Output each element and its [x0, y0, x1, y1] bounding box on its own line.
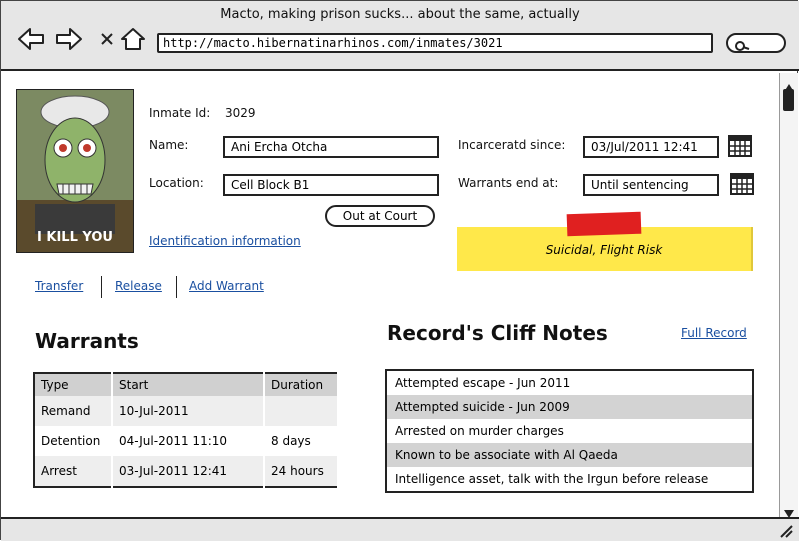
table-cell: Arrest	[34, 456, 113, 487]
cliff-notes-heading: Record's Cliff Notes	[387, 321, 608, 345]
window-title: Macto, making prison sucks... about the …	[220, 7, 580, 22]
inmate-id-label: Inmate Id:	[149, 106, 211, 120]
list-item[interactable]: Arrested on murder charges	[387, 419, 752, 443]
warrants-end-label: Warrants end at:	[458, 176, 559, 190]
forward-arrow-icon[interactable]	[55, 25, 83, 53]
table-cell	[264, 396, 339, 426]
link-separator	[176, 276, 177, 298]
table-cell: 03-Jul-2011 12:41	[112, 456, 265, 487]
add-warrant-link[interactable]: Add Warrant	[189, 279, 264, 293]
warrants-table: Type Start Duration Remand 10-Jul-2011 D…	[33, 372, 339, 488]
transfer-link[interactable]: Transfer	[35, 279, 83, 293]
table-row[interactable]: Arrest 03-Jul-2011 12:41 24 hours	[34, 456, 339, 487]
cliff-notes-list: Attempted escape - Jun 2011 Attempted su…	[385, 369, 754, 493]
warrants-end-field[interactable]: Until sentencing	[583, 174, 719, 196]
table-cell: 8 days	[264, 426, 339, 456]
table-cell: Detention	[34, 426, 113, 456]
location-field[interactable]: Cell Block B1	[223, 174, 439, 196]
incarcerated-label: Incarceratd since:	[458, 138, 566, 152]
column-header[interactable]: Start	[112, 373, 265, 396]
photo-caption: I KILL YOU	[37, 230, 113, 245]
column-header[interactable]: Type	[34, 373, 113, 396]
identification-link[interactable]: Identification information	[149, 234, 301, 248]
search-icon	[734, 37, 750, 56]
location-label: Location:	[149, 176, 204, 190]
list-item[interactable]: Intelligence asset, talk with the Irgun …	[387, 467, 752, 491]
warrants-heading: Warrants	[35, 329, 139, 353]
search-box[interactable]	[726, 33, 786, 53]
browser-window: Macto, making prison sucks... about the …	[0, 0, 799, 541]
name-field[interactable]: Ani Ercha Otcha	[223, 136, 439, 158]
release-link[interactable]: Release	[115, 279, 162, 293]
table-row[interactable]: Detention 04-Jul-2011 11:10 8 days	[34, 426, 339, 456]
incarcerated-field[interactable]: 03/Jul/2011 12:41	[583, 136, 719, 158]
close-icon[interactable]	[93, 25, 121, 53]
table-header-row: Type Start Duration	[34, 373, 339, 396]
sticky-tape	[566, 211, 642, 237]
vertical-scrollbar[interactable]	[779, 73, 798, 518]
list-item[interactable]: Attempted suicide - Jun 2009	[387, 395, 752, 419]
list-item[interactable]: Known to be associate with Al Qaeda	[387, 443, 752, 467]
name-label: Name:	[149, 138, 189, 152]
column-header[interactable]: Duration	[264, 373, 339, 396]
calendar-icon[interactable]	[728, 134, 752, 158]
calendar-icon[interactable]	[730, 172, 754, 196]
browser-toolbar: Macto, making prison sucks... about the …	[1, 1, 799, 71]
table-cell: 10-Jul-2011	[112, 396, 265, 426]
inmate-photo: I KILL YOU	[16, 89, 134, 253]
table-cell: Remand	[34, 396, 113, 426]
back-arrow-icon[interactable]	[17, 25, 45, 53]
resize-grip-icon[interactable]	[779, 523, 793, 542]
full-record-link[interactable]: Full Record	[681, 326, 747, 340]
home-icon[interactable]	[119, 25, 147, 53]
list-item[interactable]: Attempted escape - Jun 2011	[387, 371, 752, 395]
table-row[interactable]: Remand 10-Jul-2011	[34, 396, 339, 426]
scrollbar-thumb[interactable]	[783, 89, 794, 111]
location-callout: Out at Court	[325, 205, 435, 227]
table-cell: 24 hours	[264, 456, 339, 487]
inmate-id-value: 3029	[225, 106, 256, 120]
address-bar[interactable]: http://macto.hibernatinarhinos.com/inmat…	[157, 33, 713, 53]
table-cell: 04-Jul-2011 11:10	[112, 426, 265, 456]
status-bar	[1, 517, 799, 541]
link-separator	[101, 276, 102, 298]
